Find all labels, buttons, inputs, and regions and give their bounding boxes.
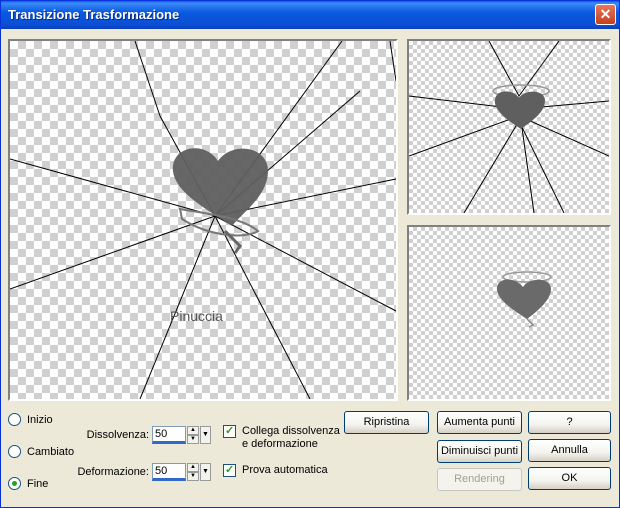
radio-fine[interactable]: [8, 477, 21, 490]
start-preview-canvas: [409, 41, 609, 213]
main-preview-pane[interactable]: Pinuccia: [8, 39, 398, 401]
dissolvenza-label: Dissolvenza:: [86, 429, 149, 441]
ripristina-button[interactable]: Ripristina: [344, 411, 429, 434]
deformazione-down[interactable]: ▼: [187, 472, 199, 481]
radio-inizio[interactable]: [8, 413, 21, 426]
radio-cambiato-label: Cambiato: [27, 445, 75, 458]
prova-checkbox-row[interactable]: Prova automatica: [223, 463, 328, 477]
deformazione-dropdown-icon[interactable]: ▼: [200, 463, 211, 481]
deformazione-arrows[interactable]: ▲ ▼: [187, 463, 199, 481]
deformazione-up[interactable]: ▲: [187, 463, 199, 472]
dissolvenza-arrows[interactable]: ▲ ▼: [187, 426, 199, 444]
radio-cambiato[interactable]: [8, 445, 21, 458]
rendering-button[interactable]: Rendering: [437, 468, 522, 491]
annulla-button[interactable]: Annulla: [528, 439, 611, 462]
dissolvenza-down[interactable]: ▼: [187, 435, 199, 444]
close-button[interactable]: ✕: [595, 4, 616, 25]
dissolvenza-dropdown-icon[interactable]: ▼: [200, 426, 211, 444]
prova-label: Prova automatica: [242, 464, 328, 476]
diminuisci-punti-button[interactable]: Diminuisci punti: [437, 440, 522, 463]
aumenta-punti-button[interactable]: Aumenta punti: [437, 411, 522, 434]
collega-label-line1: Collega dissolvenza: [242, 425, 340, 437]
radio-fine-label: Fine: [27, 477, 49, 490]
deformazione-spinner[interactable]: ▲▼ ▼: [152, 463, 211, 483]
ok-button[interactable]: OK: [528, 467, 611, 490]
title-bar[interactable]: Transizione Trasformazione ✕: [1, 1, 619, 29]
mode-cambiato[interactable]: Cambiato: [8, 445, 74, 458]
start-preview-pane: [407, 39, 611, 215]
collega-label-line2: e deformazione: [242, 438, 318, 450]
watermark-text: Pinuccia: [170, 308, 223, 324]
collega-checkbox-row[interactable]: Collega dissolvenza e deformazione: [223, 424, 340, 451]
prova-checkbox[interactable]: [223, 463, 236, 477]
window-title: Transizione Trasformazione: [8, 7, 180, 22]
dissolvenza-spinner[interactable]: ▲▼ ▼: [152, 426, 211, 446]
main-preview-canvas: Pinuccia: [10, 41, 396, 399]
result-preview-canvas: [496, 271, 552, 328]
deformazione-input[interactable]: [152, 463, 186, 481]
mode-inizio[interactable]: Inizio: [8, 413, 53, 426]
help-button[interactable]: ?: [528, 411, 611, 434]
dialog-window: Transizione Trasformazione ✕ Pinuccia In…: [0, 0, 620, 508]
mode-fine[interactable]: Fine: [8, 477, 48, 490]
heart-shape: [172, 148, 268, 254]
collega-checkbox[interactable]: [223, 424, 236, 438]
deformazione-label: Deformazione:: [77, 466, 149, 478]
result-preview-pane: [407, 225, 611, 401]
collega-label: Collega dissolvenza e deformazione: [242, 425, 340, 451]
radio-inizio-label: Inizio: [27, 413, 53, 426]
dissolvenza-up[interactable]: ▲: [187, 426, 199, 435]
dissolvenza-input[interactable]: [152, 426, 186, 444]
